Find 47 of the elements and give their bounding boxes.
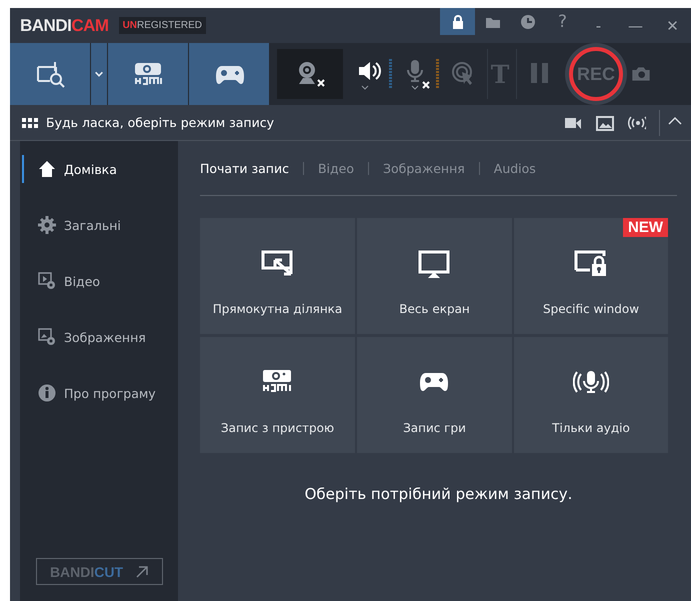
registration-badge: UNREGISTERED (118, 17, 206, 34)
hdmi-icon (133, 62, 163, 86)
mode-tile[interactable]: Запис гри (357, 337, 512, 453)
lock-button[interactable] (440, 8, 475, 35)
app-logo: BANDICAM (20, 16, 109, 36)
home-icon (38, 160, 56, 178)
arrow-icon (135, 564, 150, 578)
minimize-button[interactable]: — (617, 8, 654, 43)
tab[interactable]: Почати запис (200, 160, 289, 176)
mode-tile[interactable]: Запис з пристрою (200, 337, 355, 453)
help-button[interactable]: ? (545, 8, 580, 35)
image-settings-icon (38, 328, 56, 346)
mode-tile[interactable]: Прямокутна ділянка (200, 218, 355, 334)
sidebar-item[interactable]: Загальні (22, 211, 178, 239)
mode-tile[interactable]: Весь екран (357, 218, 512, 334)
sidebar-item[interactable]: Про програму (22, 379, 178, 407)
mode-tile[interactable]: NEW Specific window (514, 218, 668, 334)
hdmi-mode-button[interactable] (108, 43, 188, 105)
info-icon (38, 384, 56, 402)
chevron-down-icon (94, 69, 104, 79)
sidebar-item[interactable]: Домівка (22, 155, 178, 183)
broadcast-icon (628, 114, 646, 130)
webcam-button[interactable] (277, 49, 343, 99)
level-meter (389, 59, 392, 89)
cursor-click-icon (451, 61, 475, 87)
grid-icon (22, 118, 38, 128)
close-button[interactable]: ✕ (654, 8, 691, 43)
gear-icon (38, 216, 56, 234)
tab[interactable]: Відео (318, 160, 354, 176)
hint-text: Оберіть потрібний режим запису. (304, 485, 574, 503)
clock-icon (520, 14, 536, 30)
sidebar-item[interactable]: Зображення (22, 323, 178, 351)
video-settings-icon (38, 272, 56, 290)
overlay-button[interactable]: - (580, 8, 617, 43)
tab[interactable]: Audios (494, 160, 536, 176)
new-badge: NEW (623, 218, 668, 237)
microphone-icon (404, 58, 430, 90)
rectangle-mode-button[interactable] (10, 43, 90, 105)
gamepad-mode-button[interactable] (189, 43, 269, 105)
monitor-icon (416, 250, 452, 280)
level-meter (436, 59, 439, 89)
selection-zoom-icon (35, 59, 65, 89)
mode-tile[interactable]: Тільки аудіо (514, 337, 668, 453)
sidebar-item[interactable]: Відео (22, 267, 178, 295)
mode-prompt: Будь ласка, оберіть режим запису (46, 115, 274, 130)
image-icon (596, 114, 614, 130)
tab[interactable]: Зображення (382, 160, 465, 176)
